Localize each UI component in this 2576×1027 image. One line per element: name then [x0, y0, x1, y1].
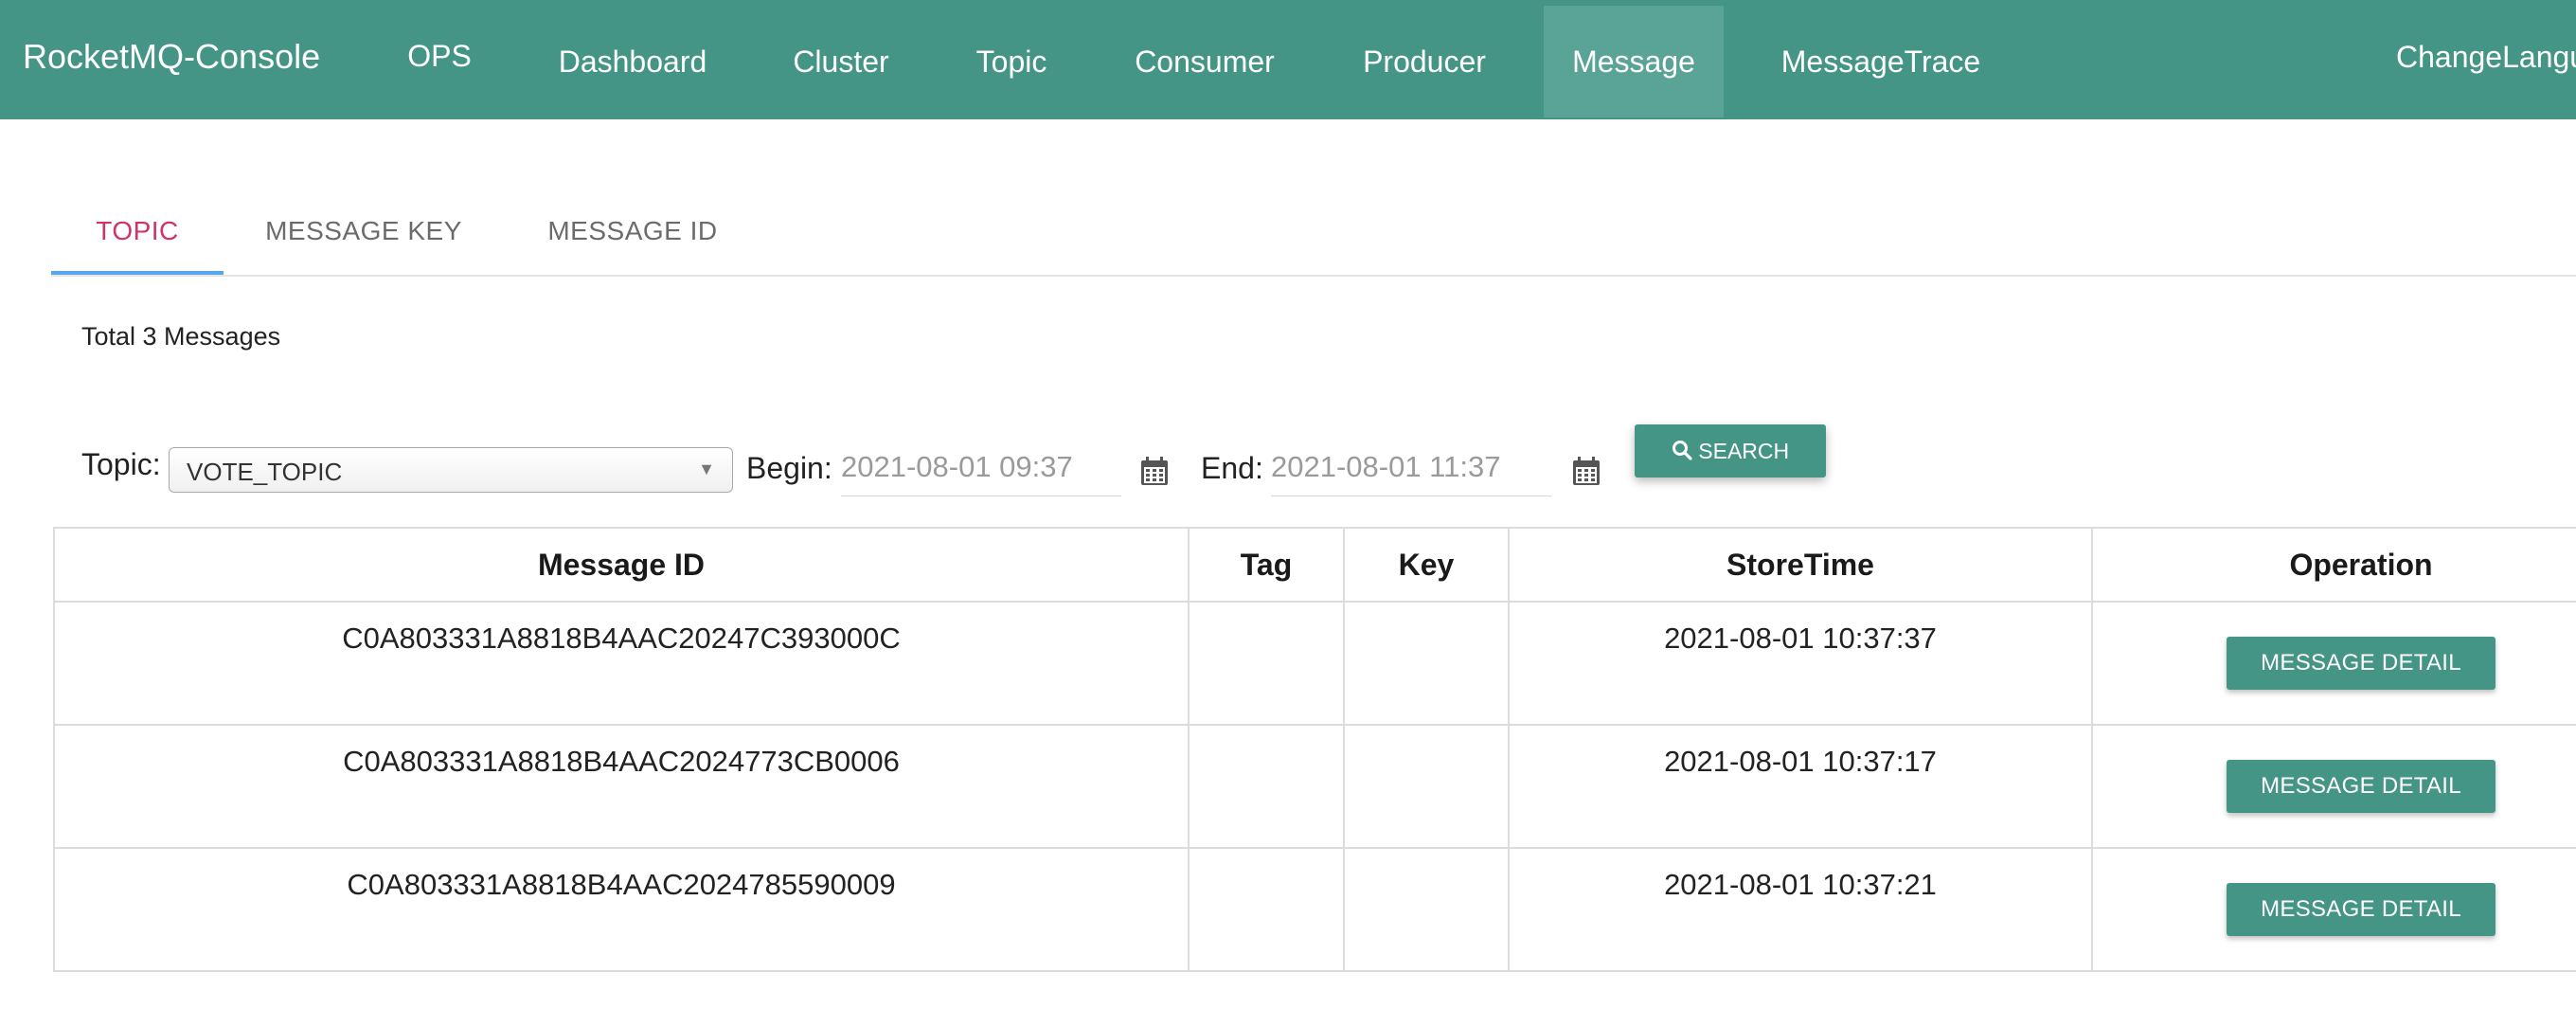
- store-time-cell: 2021-08-01 10:37:21: [1508, 847, 2093, 972]
- begin-label: Begin:: [746, 451, 832, 485]
- column-header-key: Key: [1343, 527, 1510, 603]
- key-text: [1345, 726, 1508, 745]
- table-row: C0A803331A8818B4AAC20247C393000C 2021-08…: [53, 601, 2576, 726]
- operation-cell: MESSAGE DETAIL: [2091, 847, 2576, 972]
- store-time-text: 2021-08-01 10:37:37: [1664, 622, 1937, 655]
- message-id-cell: C0A803331A8818B4AAC2024785590009: [53, 847, 1190, 972]
- message-id-text: C0A803331A8818B4AAC2024773CB0006: [343, 745, 900, 778]
- key-cell: [1343, 724, 1510, 849]
- chevron-down-icon: ▼: [698, 459, 715, 478]
- topic-select[interactable]: VOTE_TOPIC ▼: [169, 447, 733, 493]
- begin-time-input[interactable]: [841, 438, 1121, 496]
- store-time-text: 2021-08-01 10:37:21: [1664, 868, 1937, 901]
- message-detail-button[interactable]: MESSAGE DETAIL: [2227, 760, 2496, 813]
- tag-text: [1190, 726, 1343, 745]
- column-header-operation: Operation: [2091, 527, 2576, 603]
- end-label: End:: [1201, 451, 1263, 485]
- operation-cell: MESSAGE DETAIL: [2091, 724, 2576, 849]
- table-header-row: Message ID Tag Key StoreTime Operation: [53, 527, 2576, 603]
- search-button[interactable]: SEARCH: [1635, 424, 1826, 477]
- topic-label: Topic:: [81, 447, 161, 481]
- message-id-cell: C0A803331A8818B4AAC2024773CB0006: [53, 724, 1190, 849]
- column-header-tag: Tag: [1188, 527, 1345, 603]
- nav-item-consumer[interactable]: Consumer: [1110, 6, 1299, 117]
- nav-item-ops[interactable]: OPS: [383, 6, 496, 117]
- nav-item-message[interactable]: Message: [1544, 6, 1724, 117]
- tag-cell: [1188, 847, 1345, 972]
- top-navbar: RocketMQ-Console OPS Dashboard Cluster T…: [0, 0, 2576, 119]
- key-cell: [1343, 601, 1510, 726]
- tag-text: [1190, 603, 1343, 622]
- end-time-input[interactable]: [1271, 438, 1551, 496]
- topic-select-value: VOTE_TOPIC: [187, 458, 343, 486]
- search-icon: [1672, 439, 1698, 463]
- nav-item-producer[interactable]: Producer: [1339, 6, 1510, 117]
- table-row: C0A803331A8818B4AAC2024785590009 2021-08…: [53, 847, 2576, 972]
- total-messages-text: Total 3 Messages: [81, 322, 281, 351]
- nav-item-cluster[interactable]: Cluster: [769, 6, 913, 117]
- tab-message-key[interactable]: MESSAGE KEY: [248, 203, 479, 260]
- message-detail-button[interactable]: MESSAGE DETAIL: [2227, 883, 2496, 936]
- column-header-message-id: Message ID: [53, 527, 1190, 603]
- change-language-menu[interactable]: ChangeLangu: [2396, 0, 2576, 114]
- message-id-text: C0A803331A8818B4AAC2024785590009: [347, 868, 896, 901]
- key-text: [1345, 849, 1508, 868]
- app-brand[interactable]: RocketMQ-Console: [23, 0, 320, 114]
- operation-cell: MESSAGE DETAIL: [2091, 601, 2576, 726]
- tag-text: [1190, 849, 1343, 868]
- message-id-cell: C0A803331A8818B4AAC20247C393000C: [53, 601, 1190, 726]
- table-row: C0A803331A8818B4AAC2024773CB0006 2021-08…: [53, 724, 2576, 849]
- tag-cell: [1188, 724, 1345, 849]
- tab-message-id[interactable]: MESSAGE ID: [523, 203, 742, 260]
- key-text: [1345, 603, 1508, 622]
- tabs-divider: [51, 275, 2576, 277]
- key-cell: [1343, 847, 1510, 972]
- tag-cell: [1188, 601, 1345, 726]
- store-time-cell: 2021-08-01 10:37:37: [1508, 601, 2093, 726]
- tab-topic[interactable]: TOPIC: [51, 203, 224, 260]
- calendar-icon[interactable]: [1140, 456, 1169, 486]
- store-time-text: 2021-08-01 10:37:17: [1664, 745, 1937, 778]
- store-time-cell: 2021-08-01 10:37:17: [1508, 724, 2093, 849]
- column-header-store-time: StoreTime: [1508, 527, 2093, 603]
- nav-item-topic[interactable]: Topic: [951, 6, 1072, 117]
- message-id-text: C0A803331A8818B4AAC20247C393000C: [342, 622, 901, 655]
- search-button-label: SEARCH: [1698, 439, 1790, 463]
- nav-item-dashboard[interactable]: Dashboard: [538, 6, 727, 117]
- calendar-icon[interactable]: [1572, 456, 1601, 486]
- messages-table: Message ID Tag Key StoreTime Operation C…: [53, 527, 2576, 972]
- nav-item-messagetrace[interactable]: MessageTrace: [1758, 6, 2004, 117]
- message-detail-button[interactable]: MESSAGE DETAIL: [2227, 637, 2496, 690]
